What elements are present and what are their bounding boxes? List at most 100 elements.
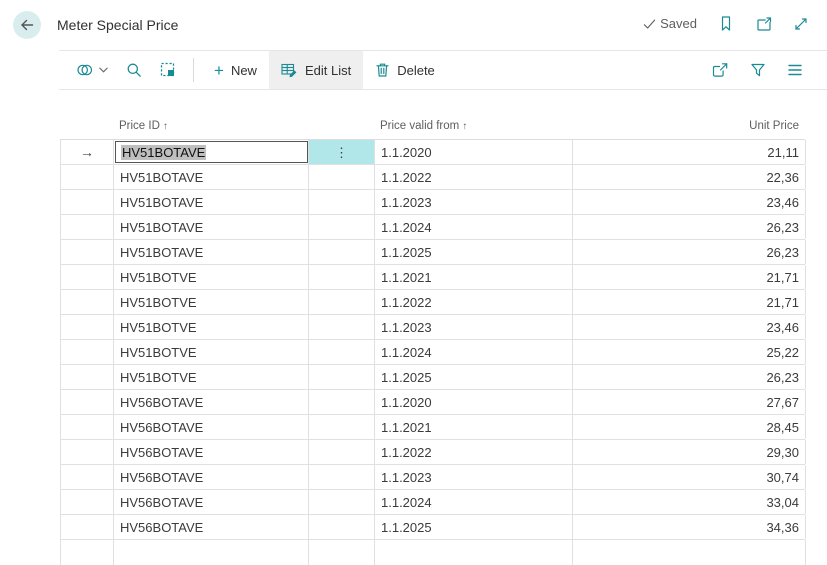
row-selector-cell[interactable] bbox=[61, 415, 114, 439]
row-selector-cell[interactable] bbox=[61, 315, 114, 339]
price-valid-from-cell[interactable]: 1.1.2021 bbox=[375, 265, 573, 289]
price-valid-from-cell[interactable]: 1.1.2022 bbox=[375, 440, 573, 464]
row-selector-cell[interactable] bbox=[61, 265, 114, 289]
row-selector-cell[interactable] bbox=[61, 390, 114, 414]
price-id-cell[interactable]: HV51BOTVE bbox=[114, 340, 309, 364]
unit-price-cell[interactable]: 28,45 bbox=[573, 415, 806, 439]
price-valid-from-cell[interactable]: 1.1.2022 bbox=[375, 165, 573, 189]
price-id-cell[interactable]: HV51BOTAVE bbox=[114, 240, 309, 264]
unit-price-cell[interactable]: 26,23 bbox=[573, 365, 806, 389]
row-selector-cell[interactable] bbox=[61, 490, 114, 514]
row-selector-cell[interactable] bbox=[61, 290, 114, 314]
row-selector-cell[interactable]: → bbox=[61, 140, 114, 164]
expand-page-button[interactable] bbox=[793, 16, 809, 32]
price-id-cell[interactable]: HV56BOTAVE bbox=[114, 465, 309, 489]
unit-price-cell[interactable]: 34,36 bbox=[573, 515, 806, 539]
table-row[interactable]: HV51BOTVE 1.1.202221,71 bbox=[61, 290, 805, 315]
table-row[interactable]: HV56BOTAVE 1.1.202128,45 bbox=[61, 415, 805, 440]
price-valid-from-cell[interactable]: 1.1.2024 bbox=[375, 490, 573, 514]
table-row[interactable]: HV51BOTAVE 1.1.202323,46 bbox=[61, 190, 805, 215]
table-row[interactable]: →HV51BOTAVE⋮1.1.202021,11 bbox=[61, 140, 805, 165]
row-selector-cell[interactable] bbox=[61, 340, 114, 364]
price-id-cell[interactable]: HV51BOTAVE bbox=[114, 140, 309, 164]
column-header-unit-price[interactable]: Unit Price bbox=[572, 113, 805, 139]
new-button[interactable]: + New bbox=[202, 51, 269, 89]
price-valid-from-cell[interactable]: 1.1.2020 bbox=[375, 140, 573, 164]
row-selector-cell[interactable] bbox=[61, 465, 114, 489]
price-id-cell[interactable]: HV56BOTAVE bbox=[114, 515, 309, 539]
table-row[interactable]: HV51BOTVE 1.1.202121,71 bbox=[61, 265, 805, 290]
column-header-price-valid-from[interactable]: Price valid from ↑ bbox=[374, 113, 572, 139]
price-id-cell[interactable]: HV51BOTVE bbox=[114, 315, 309, 339]
bookmark-button[interactable] bbox=[718, 15, 734, 32]
table-row[interactable]: HV51BOTAVE 1.1.202426,23 bbox=[61, 215, 805, 240]
unit-price-cell[interactable]: 29,30 bbox=[573, 440, 806, 464]
price-id-cell[interactable]: HV51BOTVE bbox=[114, 265, 309, 289]
row-selector-cell[interactable] bbox=[61, 515, 114, 539]
column-header-price-id[interactable]: Price ID ↑ bbox=[113, 113, 308, 139]
row-selector-cell[interactable] bbox=[61, 240, 114, 264]
price-id-cell[interactable]: HV56BOTAVE bbox=[114, 415, 309, 439]
table-row[interactable]: HV51BOTAVE 1.1.202222,36 bbox=[61, 165, 805, 190]
delete-button-label: Delete bbox=[397, 63, 435, 78]
share-button[interactable] bbox=[711, 62, 729, 78]
unit-price-cell[interactable]: 22,36 bbox=[573, 165, 806, 189]
list-options-button[interactable] bbox=[787, 63, 803, 77]
table-row[interactable]: HV51BOTVE 1.1.202323,46 bbox=[61, 315, 805, 340]
price-id-cell[interactable]: HV51BOTAVE bbox=[114, 190, 309, 214]
delete-button[interactable]: Delete bbox=[363, 51, 447, 89]
price-valid-from-cell[interactable]: 1.1.2022 bbox=[375, 290, 573, 314]
price-id-cell[interactable]: HV51BOTAVE bbox=[114, 215, 309, 239]
table-row[interactable]: HV56BOTAVE 1.1.202229,30 bbox=[61, 440, 805, 465]
unit-price-cell[interactable]: 21,71 bbox=[573, 290, 806, 314]
unit-price-cell[interactable]: 23,46 bbox=[573, 315, 806, 339]
bookmark-icon bbox=[718, 15, 734, 32]
row-selector-cell[interactable] bbox=[61, 215, 114, 239]
unit-price-cell[interactable]: 26,23 bbox=[573, 215, 806, 239]
search-button[interactable] bbox=[117, 51, 151, 89]
views-button[interactable] bbox=[67, 51, 117, 89]
table-row[interactable]: HV51BOTVE 1.1.202526,23 bbox=[61, 365, 805, 390]
price-valid-from-cell[interactable]: 1.1.2020 bbox=[375, 390, 573, 414]
price-id-cell[interactable]: HV56BOTAVE bbox=[114, 490, 309, 514]
price-valid-from-cell[interactable]: 1.1.2023 bbox=[375, 465, 573, 489]
price-id-cell[interactable]: HV56BOTAVE bbox=[114, 390, 309, 414]
price-valid-from-cell[interactable]: 1.1.2024 bbox=[375, 215, 573, 239]
table-row[interactable]: HV56BOTAVE 1.1.202330,74 bbox=[61, 465, 805, 490]
filter-button[interactable] bbox=[750, 62, 766, 78]
row-selector-cell[interactable] bbox=[61, 165, 114, 189]
row-selector-cell[interactable] bbox=[61, 190, 114, 214]
unit-price-cell[interactable]: 27,67 bbox=[573, 390, 806, 414]
table-row[interactable]: HV56BOTAVE 1.1.202534,36 bbox=[61, 515, 805, 540]
price-id-cell[interactable]: HV51BOTVE bbox=[114, 365, 309, 389]
row-selector-cell[interactable] bbox=[61, 440, 114, 464]
unit-price-cell[interactable]: 26,23 bbox=[573, 240, 806, 264]
edit-list-button[interactable]: Edit List bbox=[269, 51, 363, 89]
table-row[interactable]: HV56BOTAVE 1.1.202027,67 bbox=[61, 390, 805, 415]
table-row[interactable]: HV51BOTVE 1.1.202425,22 bbox=[61, 340, 805, 365]
analyze-button[interactable] bbox=[151, 51, 185, 89]
unit-price-cell[interactable]: 21,71 bbox=[573, 265, 806, 289]
price-valid-from-cell[interactable]: 1.1.2023 bbox=[375, 190, 573, 214]
price-id-cell[interactable]: HV51BOTAVE bbox=[114, 165, 309, 189]
price-valid-from-cell[interactable]: 1.1.2025 bbox=[375, 240, 573, 264]
unit-price-cell[interactable]: 33,04 bbox=[573, 490, 806, 514]
unit-price-cell[interactable]: 30,74 bbox=[573, 465, 806, 489]
cell-context-menu-button[interactable]: ⋮ bbox=[309, 140, 375, 164]
price-valid-from-cell[interactable]: 1.1.2023 bbox=[375, 315, 573, 339]
price-valid-from-cell[interactable]: 1.1.2021 bbox=[375, 415, 573, 439]
price-valid-from-cell[interactable]: 1.1.2025 bbox=[375, 515, 573, 539]
back-button[interactable] bbox=[13, 11, 41, 39]
price-valid-from-cell[interactable]: 1.1.2025 bbox=[375, 365, 573, 389]
price-id-cell[interactable]: HV51BOTVE bbox=[114, 290, 309, 314]
price-id-input[interactable]: HV51BOTAVE bbox=[115, 141, 308, 163]
row-selector-cell[interactable] bbox=[61, 365, 114, 389]
open-in-new-window-button[interactable] bbox=[755, 16, 772, 32]
table-row[interactable]: HV56BOTAVE 1.1.202433,04 bbox=[61, 490, 805, 515]
price-id-cell[interactable]: HV56BOTAVE bbox=[114, 440, 309, 464]
table-row[interactable]: HV51BOTAVE 1.1.202526,23 bbox=[61, 240, 805, 265]
unit-price-cell[interactable]: 21,11 bbox=[573, 140, 806, 164]
unit-price-cell[interactable]: 23,46 bbox=[573, 190, 806, 214]
unit-price-cell[interactable]: 25,22 bbox=[573, 340, 806, 364]
price-valid-from-cell[interactable]: 1.1.2024 bbox=[375, 340, 573, 364]
